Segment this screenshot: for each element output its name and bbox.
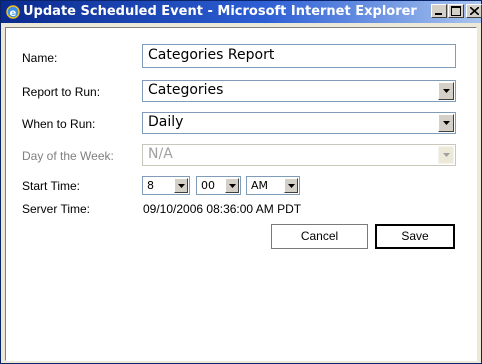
minute-select[interactable]: 00 [196,176,241,195]
chevron-down-icon[interactable] [438,82,454,100]
cancel-button[interactable]: Cancel [271,224,368,249]
server-time-value: 09/10/2006 08:36:00 AM PDT [143,202,302,216]
start-time-label: Start Time: [22,179,81,193]
report-select-value: Categories [148,82,224,98]
name-input[interactable]: Categories Report [142,44,456,68]
name-label: Name: [22,51,58,65]
report-select[interactable]: Categories [142,80,456,102]
dialog-window: e Update Scheduled Event - Microsoft Int… [0,0,482,364]
day-select: N/A [142,144,456,166]
svg-text:e: e [10,8,17,19]
report-label: Report to Run: [22,85,101,99]
day-select-value: N/A [148,146,173,162]
chevron-down-icon[interactable] [225,178,239,193]
when-label: When to Run: [22,117,96,131]
minute-select-value: 00 [201,179,215,192]
ie-icon: e [5,4,21,20]
when-select[interactable]: Daily [142,112,456,134]
ampm-select[interactable]: AM [246,176,300,195]
title-bar[interactable]: e Update Scheduled Event - Microsoft Int… [1,1,482,23]
hour-select[interactable]: 8 [142,176,190,195]
server-time-label: Server Time: [22,202,91,216]
chevron-down-icon[interactable] [284,178,298,193]
dialog-content: Name: Categories Report Report to Run: C… [5,27,477,361]
day-label: Day of the Week: [22,149,114,163]
window-title: Update Scheduled Event - Microsoft Inter… [23,4,417,19]
hour-select-value: 8 [147,179,154,192]
close-icon[interactable] [466,4,482,18]
chevron-down-icon[interactable] [174,178,188,193]
when-select-value: Daily [148,114,184,130]
chevron-down-icon[interactable] [438,114,454,132]
ampm-select-value: AM [251,179,269,192]
maximize-icon[interactable] [448,4,464,18]
save-button[interactable]: Save [375,224,455,249]
chevron-down-icon [438,146,454,164]
minimize-icon[interactable] [431,4,447,18]
